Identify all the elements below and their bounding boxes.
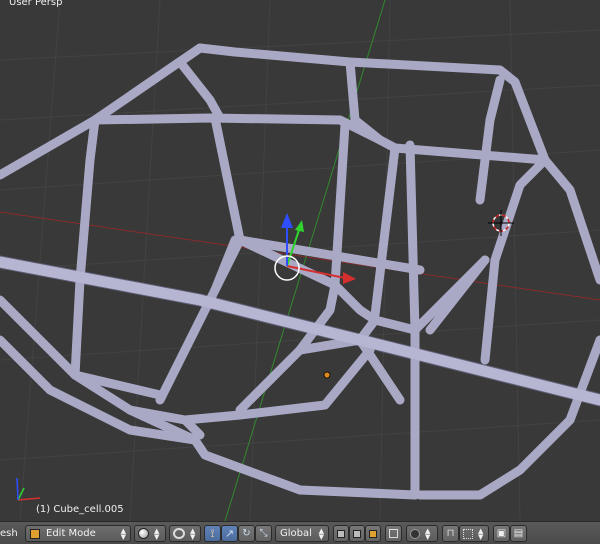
- translate-manipulator-button[interactable]: ↗: [221, 525, 238, 542]
- mode-dropdown[interactable]: Edit Mode ▲ ▼: [25, 525, 131, 542]
- face-select-button[interactable]: [365, 525, 381, 542]
- mesh-menu-label: esh: [0, 528, 18, 539]
- edit-mode-icon: [30, 528, 40, 539]
- solid-shading-icon: [138, 528, 149, 539]
- dropdown-arrows-icon: ▲ ▼: [154, 526, 160, 541]
- arrow-icon: ↗: [224, 527, 235, 540]
- orientation-label: Global: [280, 528, 312, 539]
- snap-grid-icon: [463, 528, 473, 539]
- view-axis-widget: [16, 477, 41, 501]
- rotate-icon: ↻: [242, 528, 251, 539]
- mode-label: Edit Mode: [46, 528, 96, 539]
- vertex-select-icon: [337, 529, 345, 538]
- 3d-viewport[interactable]: User Persp (1) Cube_cell.005: [0, 0, 600, 521]
- active-object-label: (1) Cube_cell.005: [36, 504, 124, 515]
- viewport-canvas: [0, 0, 600, 521]
- view-name-label: User Persp: [9, 0, 63, 8]
- proportional-editing-dropdown[interactable]: ▲ ▼: [406, 525, 438, 542]
- snap-toggle-button[interactable]: ⊓: [442, 525, 459, 542]
- edge-select-icon: [353, 529, 361, 538]
- edge-select-button[interactable]: [349, 525, 365, 542]
- dropdown-arrows-icon: ▲ ▼: [120, 526, 126, 541]
- limit-selection-icon: [389, 529, 398, 538]
- dropdown-arrows-icon: ▲ ▼: [190, 526, 196, 541]
- transform-orientation-dropdown[interactable]: Global ▲ ▼: [275, 525, 329, 542]
- pivot-icon: [173, 528, 185, 539]
- viewport-shading-dropdown[interactable]: ▲ ▼: [134, 525, 166, 542]
- proportional-edit-icon: [410, 528, 420, 539]
- manipulator-toggle-button[interactable]: ⟟: [204, 525, 221, 542]
- viewport-header: esh Edit Mode ▲ ▼ ▲ ▼ ▲ ▼ ⟟ ↗ ↻ ⤡ Global ▲ ▼: [0, 521, 600, 544]
- magnet-icon: ⊓: [446, 528, 455, 539]
- scale-icon: ⤡: [259, 528, 268, 539]
- face-select-icon: [369, 529, 377, 538]
- snap-element-dropdown[interactable]: ▲ ▼: [459, 525, 489, 542]
- limit-selection-button[interactable]: [385, 525, 402, 542]
- pivot-point-dropdown[interactable]: ▲ ▼: [169, 525, 201, 542]
- object-origin-dot: [323, 371, 331, 379]
- dropdown-arrows-icon: ▲ ▼: [478, 526, 484, 541]
- rotate-manipulator-button[interactable]: ↻: [238, 525, 255, 542]
- mesh-menu[interactable]: esh: [0, 525, 22, 542]
- camera-icon: ▣: [496, 528, 507, 539]
- render-image-button[interactable]: ▣: [493, 525, 510, 542]
- manipulator-icon: ⟟: [210, 526, 215, 540]
- dropdown-arrows-icon: ▲ ▼: [425, 526, 431, 541]
- clapper-icon: ▤: [513, 528, 524, 539]
- scale-manipulator-button[interactable]: ⤡: [255, 525, 272, 542]
- render-animation-button[interactable]: ▤: [510, 525, 527, 542]
- dropdown-arrows-icon: ▲ ▼: [318, 526, 324, 541]
- vertex-select-button[interactable]: [333, 525, 349, 542]
